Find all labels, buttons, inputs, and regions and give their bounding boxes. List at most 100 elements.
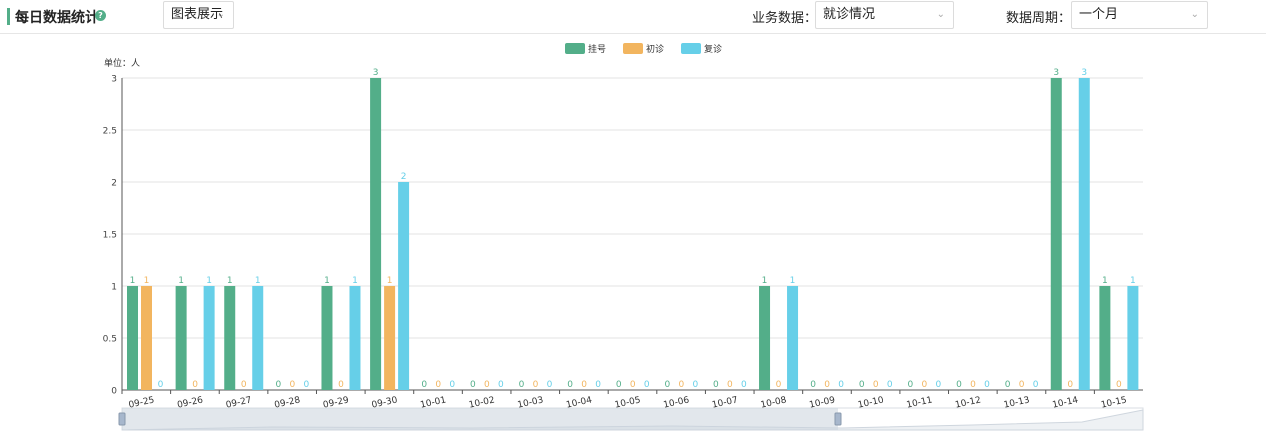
- bar-value-label: 1: [144, 276, 150, 286]
- bar-value-label: 0: [970, 380, 976, 390]
- zoom-slider-selection[interactable]: [122, 408, 838, 430]
- bar-value-label: 0: [567, 380, 573, 390]
- bar-value-label: 3: [373, 68, 379, 78]
- bar-value-label: 0: [158, 380, 164, 390]
- bar[interactable]: [224, 286, 236, 390]
- bar-chart: 00.511.522.53单位：人挂号 初诊 复诊1 1009-2510109-261…: [103, 43, 1144, 431]
- bar[interactable]: [203, 286, 215, 390]
- bar-value-label: 0: [338, 380, 344, 390]
- bar-value-label: 0: [484, 380, 490, 390]
- period-select[interactable]: 一个月 ⌄: [1071, 1, 1208, 29]
- bar[interactable]: [1099, 286, 1111, 390]
- bar[interactable]: [1078, 78, 1090, 390]
- bar[interactable]: [759, 286, 771, 390]
- period-label: 数据周期：: [1006, 11, 1072, 26]
- bar-value-label: 0: [241, 380, 247, 390]
- bar-value-label: 0: [776, 380, 782, 390]
- bar-value-label: 1: [790, 276, 796, 286]
- bar[interactable]: [252, 286, 264, 390]
- bar-value-label: 0: [581, 380, 587, 390]
- bar[interactable]: [398, 182, 410, 390]
- bar[interactable]: [349, 286, 361, 390]
- bar-value-label: 0: [1005, 380, 1011, 390]
- help-icon[interactable]: ?: [95, 10, 106, 21]
- header-bar: 每日数据统计 ? 图表展示 ⌄ 业务数据： 就诊情况 ⌄ 数据周期： 一个月 ⌄: [0, 0, 1266, 34]
- bar-value-label: 0: [547, 380, 553, 390]
- business-select-value: 就诊情况: [823, 7, 876, 22]
- business-select[interactable]: 就诊情况 ⌄: [815, 1, 954, 29]
- bar-value-label: 3: [1081, 68, 1087, 78]
- y-tick-label: 2.5: [103, 127, 117, 137]
- bar-value-label: 0: [692, 380, 698, 390]
- bar-value-label: 1: [1102, 276, 1108, 286]
- bar-value-label: 0: [644, 380, 650, 390]
- bar-value-label: 0: [449, 380, 455, 390]
- page-title: 每日数据统计: [15, 10, 99, 26]
- bar-value-label: 0: [470, 380, 476, 390]
- bar[interactable]: [384, 286, 396, 390]
- legend-label[interactable]: 初诊: [646, 43, 664, 55]
- bar-value-label: 0: [873, 380, 879, 390]
- y-tick-label: 3: [111, 75, 117, 85]
- bar-value-label: 1: [387, 276, 393, 286]
- bar-value-label: 0: [664, 380, 670, 390]
- view-select-value: 图表展示: [171, 7, 224, 22]
- bar-value-label: 1: [1130, 276, 1136, 286]
- bar-value-label: 0: [922, 380, 928, 390]
- bar-value-label: 0: [887, 380, 893, 390]
- bar-value-label: 0: [595, 380, 601, 390]
- bar[interactable]: [127, 286, 138, 390]
- bar-value-label: 1: [762, 276, 768, 286]
- bar-value-label: 0: [824, 380, 830, 390]
- bar-value-label: 0: [727, 380, 733, 390]
- bar-value-label: 0: [1019, 380, 1025, 390]
- bar[interactable]: [175, 286, 187, 390]
- bar-value-label: 1: [255, 276, 261, 286]
- bar[interactable]: [141, 286, 152, 390]
- bar-value-label: 0: [289, 380, 295, 390]
- bar-value-label: 0: [838, 380, 844, 390]
- chevron-down-icon: ⌄: [216, 9, 225, 20]
- business-label: 业务数据：: [752, 11, 818, 26]
- bar-value-label: 0: [630, 380, 636, 390]
- bar-value-label: 0: [956, 380, 962, 390]
- bar-value-label: 0: [1033, 380, 1039, 390]
- bar-value-label: 1: [324, 276, 330, 286]
- bar-value-label: 0: [275, 380, 281, 390]
- y-tick-label: 2: [111, 179, 117, 189]
- bar-value-label: 0: [303, 380, 309, 390]
- bar-value-label: 0: [908, 380, 914, 390]
- bar-value-label: 0: [810, 380, 816, 390]
- bar[interactable]: [1127, 286, 1139, 390]
- zoom-handle-right[interactable]: [834, 412, 842, 426]
- bar[interactable]: [370, 78, 382, 390]
- bar-value-label: 0: [984, 380, 990, 390]
- bar-value-label: 0: [421, 380, 427, 390]
- y-tick-label: 0.5: [103, 335, 117, 345]
- legend-swatch[interactable]: [681, 43, 701, 54]
- legend-label[interactable]: 挂号: [588, 43, 606, 55]
- legend-swatch[interactable]: [565, 43, 585, 54]
- bar-value-label: 0: [1116, 380, 1122, 390]
- legend-swatch[interactable]: [623, 43, 643, 54]
- bar-value-label: 0: [678, 380, 684, 390]
- bar-value-label: 1: [227, 276, 233, 286]
- bar-value-label: 0: [498, 380, 504, 390]
- bar-value-label: 3: [1053, 68, 1059, 78]
- bar-value-label: 0: [435, 380, 441, 390]
- bar[interactable]: [1050, 78, 1062, 390]
- chevron-down-icon: ⌄: [936, 9, 945, 20]
- bar-value-label: 0: [519, 380, 525, 390]
- bar[interactable]: [321, 286, 333, 390]
- y-tick-label: 1.5: [103, 231, 117, 241]
- bar-value-label: 1: [206, 276, 212, 286]
- chevron-down-icon: ⌄: [1190, 9, 1199, 20]
- bar-value-label: 0: [192, 380, 198, 390]
- zoom-handle-left[interactable]: [118, 412, 126, 426]
- bar[interactable]: [787, 286, 799, 390]
- period-select-value: 一个月: [1079, 7, 1119, 22]
- bar-value-label: 1: [130, 276, 136, 286]
- bar-value-label: 0: [616, 380, 622, 390]
- legend-label[interactable]: 复诊: [704, 43, 722, 55]
- view-select[interactable]: 图表展示 ⌄: [163, 1, 234, 29]
